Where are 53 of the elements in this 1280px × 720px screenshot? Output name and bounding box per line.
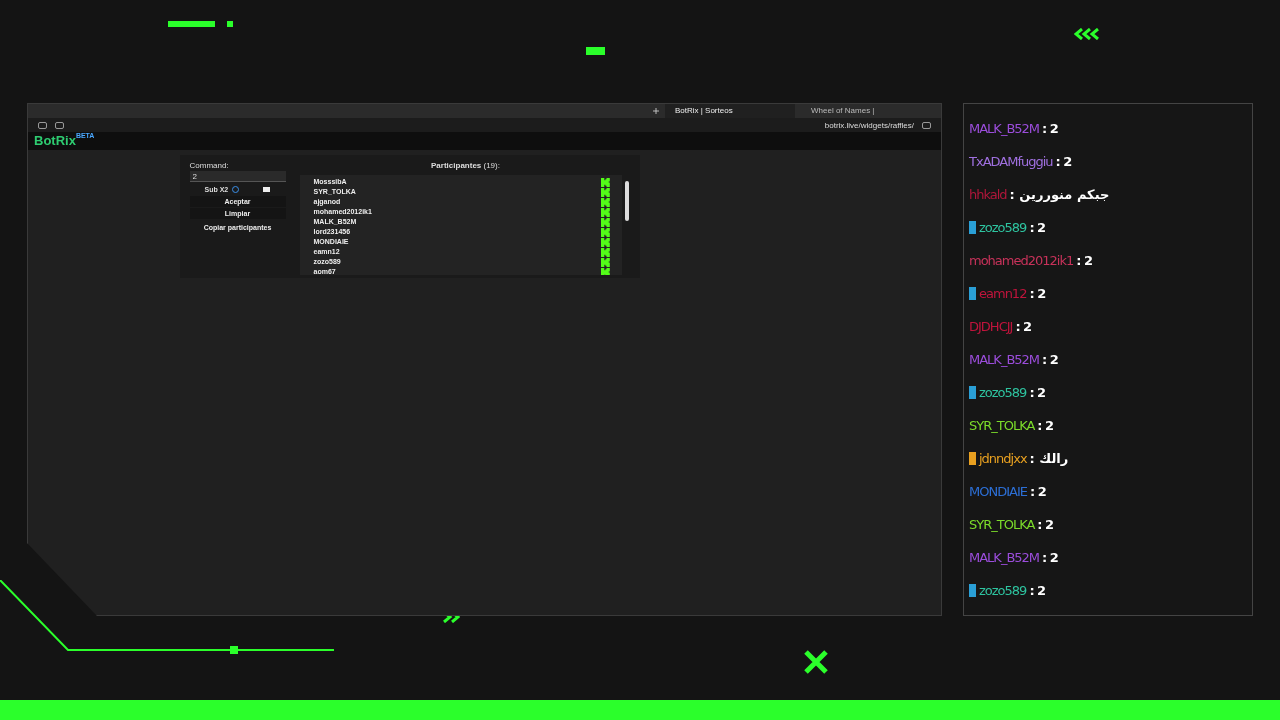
accent-bar	[168, 21, 215, 27]
chat-message: : جبكم منوررين	[1009, 186, 1110, 202]
chat-username: MALK_B52M	[969, 549, 1040, 565]
chat-message: : 2	[1076, 252, 1092, 268]
new-tab-icon[interactable]	[653, 108, 659, 114]
accent-bar	[227, 21, 233, 27]
chat-message: : 2	[1029, 483, 1046, 499]
platform-icon	[600, 177, 612, 187]
chat-username: eamn12	[979, 285, 1027, 301]
chat-message: : 2	[1042, 549, 1058, 565]
chat-username: hhkald	[969, 186, 1007, 202]
chat-username: TxADAMfuggiu	[969, 153, 1053, 169]
chat-message: : 2	[1015, 318, 1032, 334]
chat-message: : 2	[1055, 153, 1072, 169]
platform-icon	[600, 257, 612, 267]
platform-icon	[600, 237, 612, 247]
address-bar[interactable]: botrix.live/widgets/raffles/	[824, 120, 914, 130]
chat-username: MALK_B52M	[969, 120, 1040, 136]
chat-username: SYR_TOLKA	[969, 516, 1035, 532]
command-field[interactable]: 2	[189, 171, 286, 182]
platform-icon	[600, 247, 612, 257]
accent-bar	[586, 47, 605, 55]
chat-username: MALK_B52M	[969, 351, 1040, 367]
chat-username: zozo589	[979, 582, 1027, 598]
chat-message: : رالك	[1029, 450, 1069, 466]
chat-username: jdnndjxx	[979, 450, 1027, 466]
chat-username: DJDHCJJ	[969, 318, 1013, 334]
chevrons-icon	[1074, 28, 1102, 40]
platform-icon	[600, 217, 612, 227]
platform-icon	[600, 227, 612, 237]
chat-message: : 2	[1029, 582, 1046, 598]
chat-message: : 2	[1042, 351, 1058, 367]
cross-icon	[802, 648, 830, 676]
platform-icon	[600, 197, 612, 207]
chat-message: : 2	[1037, 417, 1054, 433]
chat-message: : 2	[1042, 120, 1058, 136]
chat-username: mohamed2012ik1	[969, 252, 1074, 268]
command-label: Command:	[189, 161, 230, 170]
chat-username: SYR_TOLKA	[969, 417, 1035, 433]
browser-tab[interactable]: BotRix | Sorteos	[665, 104, 795, 118]
chat-message: : 2	[1037, 516, 1054, 532]
chat-message: : 2	[1029, 285, 1046, 301]
chat-message: : 2	[1029, 384, 1046, 400]
participants-title: Participantes (19):	[431, 161, 500, 172]
chat-username: zozo589	[979, 219, 1027, 235]
chat-message: : 2	[1029, 219, 1046, 235]
platform-icon	[600, 207, 612, 217]
chat-username: zozo589	[979, 384, 1027, 400]
browser-tab[interactable]: Wheel of Names |	[801, 104, 931, 118]
checkbox[interactable]	[263, 186, 271, 192]
chat-username: MONDIAIE	[969, 483, 1027, 499]
platform-icon	[600, 187, 612, 197]
logo: BotRix	[34, 132, 76, 150]
